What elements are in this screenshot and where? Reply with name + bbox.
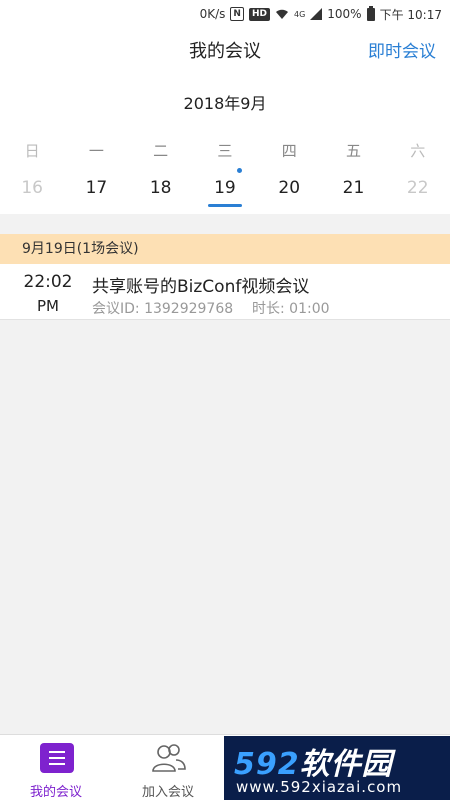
tab-label: 我的会议 [29,785,82,800]
clock: 下午 10:17 [379,7,442,22]
network-speed: 0K/s [199,7,226,21]
watermark-logo: 592软件园 [234,739,393,783]
signal-icon [310,8,323,20]
watermark-number: 592 [234,747,300,782]
meeting-list-item[interactable]: 22:02 PM 共享账号的BizConf视频会议 会议ID: 13929297… [0,264,450,320]
watermark-text: 软件园 [299,747,393,782]
date-row: 16 17 18 19 20 21 22 [0,168,450,208]
instant-meeting-button[interactable]: 即时会议 [368,28,436,76]
hd-voice-icon: HD [248,7,270,21]
meeting-duration: 时长: 01:00 [252,301,330,317]
date-cell[interactable]: 17 [64,178,128,208]
tab-label: 加入会议 [141,785,194,800]
weekday-wed: 三 [217,142,233,160]
list-icon [40,743,74,773]
network-type: 4G [293,9,306,19]
battery-icon [366,5,375,21]
weekday-fri: 五 [345,142,361,160]
date-cell[interactable]: 18 [129,178,193,208]
date-cell[interactable]: 20 [257,178,321,208]
tab-join-meeting[interactable]: 加入会议 [112,735,224,800]
meeting-title: 共享账号的BizConf视频会议 [92,277,310,297]
date-number: 21 [342,178,365,198]
weekday-sat: 六 [410,142,426,160]
tab-my-meetings[interactable]: 我的会议 [0,735,112,800]
date-cell[interactable]: 21 [321,178,385,208]
meeting-time: 22:02 [23,272,73,292]
weekday-row: 日 一 二 三 四 五 六 [0,140,450,161]
wifi-icon [275,9,288,19]
date-cell[interactable]: 16 [0,178,64,208]
week-calendar: 2018年9月 日 一 二 三 四 五 六 16 17 18 19 20 21 … [0,76,450,214]
weekday-thu: 四 [281,142,297,160]
meeting-ampm: PM [37,297,59,315]
battery-percent: 100% [327,7,362,21]
date-number: 20 [278,178,301,198]
weekday-mon: 一 [88,142,104,160]
nfc-icon: N [230,7,244,21]
date-number: 22 [406,178,429,198]
date-number: 19 [214,178,236,198]
watermark-url: www.592xiazai.com [236,778,403,796]
weekday-sun: 日 [24,142,40,160]
date-number: 17 [85,178,108,198]
meeting-indicator-dot [236,168,242,173]
meetings-date-header: 9月19日(1场会议) [0,234,450,264]
status-bar: 0K/s N HD 4G 100% 下午 10:17 [0,0,450,28]
date-cell-selected[interactable]: 19 [193,168,257,208]
site-watermark: 592软件园 www.592xiazai.com [224,736,450,800]
people-icon [152,744,186,772]
selected-date-underline [207,204,242,207]
weekday-tue: 二 [153,142,169,160]
date-cell[interactable]: 22 [386,178,450,208]
date-number: 18 [149,178,172,198]
month-label: 2018年9月 [183,94,267,113]
meeting-id: 会议ID: 1392929768 [92,301,234,317]
app-header: 我的会议 即时会议 [0,28,450,76]
date-number: 16 [21,178,43,198]
